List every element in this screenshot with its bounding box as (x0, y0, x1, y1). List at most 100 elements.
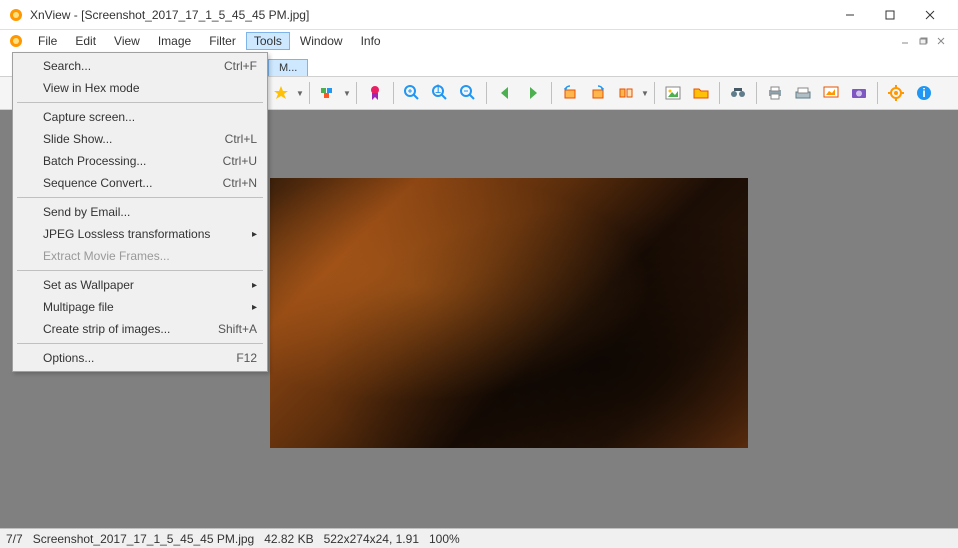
menu-separator (17, 270, 263, 271)
close-button[interactable] (910, 1, 950, 29)
status-zoom: 100% (429, 532, 460, 546)
menu-window[interactable]: Window (292, 32, 351, 50)
zoom-in-icon (403, 84, 421, 102)
menu-item-label: Capture screen... (43, 110, 257, 124)
toolbar-separator (877, 82, 878, 104)
toolbar-separator (309, 82, 310, 104)
mdi-close-button[interactable] (934, 34, 950, 48)
zoom-fit-button[interactable]: 1 (427, 80, 453, 106)
submenu-arrow-icon: ▸ (252, 302, 257, 313)
menu-search[interactable]: Search...Ctrl+F (15, 55, 265, 77)
palette-button[interactable] (315, 80, 341, 106)
menu-item-shortcut: Ctrl+L (225, 132, 257, 146)
print-button[interactable] (762, 80, 788, 106)
toolbar-separator (486, 82, 487, 104)
menu-send-email[interactable]: Send by Email... (15, 201, 265, 223)
zoom-in-button[interactable] (399, 80, 425, 106)
camera-icon (850, 84, 868, 102)
toolbar-separator (654, 82, 655, 104)
favorite-button[interactable] (268, 80, 294, 106)
menu-item-label: Send by Email... (43, 205, 257, 219)
toolbar-separator (393, 82, 394, 104)
status-dimensions: 522x274x24, 1.91 (324, 532, 419, 546)
menu-item-label: View in Hex mode (43, 81, 257, 95)
binoculars-icon (729, 84, 747, 102)
menu-item-label: Options... (43, 351, 216, 365)
settings-button[interactable] (883, 80, 909, 106)
menu-tools[interactable]: Tools (246, 32, 290, 50)
submenu-arrow-icon: ▸ (252, 280, 257, 291)
toolbar-separator (356, 82, 357, 104)
info-icon: i (915, 84, 933, 102)
mdi-controls (898, 34, 950, 48)
menu-multipage-file[interactable]: Multipage file▸ (15, 296, 265, 318)
toolbar-separator (756, 82, 757, 104)
menu-edit[interactable]: Edit (67, 32, 104, 50)
info-button[interactable]: i (911, 80, 937, 106)
menu-batch-processing[interactable]: Batch Processing...Ctrl+U (15, 150, 265, 172)
mdi-minimize-button[interactable] (898, 34, 914, 48)
rotate-right-icon (589, 84, 607, 102)
ribbon-icon (366, 84, 384, 102)
menu-capture-screen[interactable]: Capture screen... (15, 106, 265, 128)
tools-dropdown: Search...Ctrl+F View in Hex mode Capture… (12, 52, 268, 372)
dropdown-arrow-icon[interactable]: ▼ (343, 89, 351, 98)
menu-separator (17, 197, 263, 198)
arrow-right-icon (524, 84, 542, 102)
dropdown-arrow-icon[interactable]: ▼ (641, 89, 649, 98)
flip-button[interactable] (613, 80, 639, 106)
menu-file[interactable]: File (30, 32, 65, 50)
menu-set-wallpaper[interactable]: Set as Wallpaper▸ (15, 274, 265, 296)
tag-button[interactable] (362, 80, 388, 106)
scanner-button[interactable] (790, 80, 816, 106)
maximize-button[interactable] (870, 1, 910, 29)
menu-separator (17, 102, 263, 103)
gear-icon (887, 84, 905, 102)
app-icon (8, 7, 24, 23)
svg-text:1: 1 (435, 84, 442, 96)
menu-item-label: Create strip of images... (43, 322, 198, 336)
menu-info[interactable]: Info (353, 32, 389, 50)
scanner-icon (794, 84, 812, 102)
document-tab[interactable]: M... (268, 59, 308, 76)
window-controls (830, 1, 950, 29)
slideshow-button[interactable] (818, 80, 844, 106)
submenu-arrow-icon: ▸ (252, 229, 257, 240)
zoom-out-button[interactable] (455, 80, 481, 106)
menu-sequence-convert[interactable]: Sequence Convert...Ctrl+N (15, 172, 265, 194)
menu-filter[interactable]: Filter (201, 32, 244, 50)
menu-hex-mode[interactable]: View in Hex mode (15, 77, 265, 99)
toolbar-separator (719, 82, 720, 104)
menu-item-label: Batch Processing... (43, 154, 203, 168)
statusbar: 7/7 Screenshot_2017_17_1_5_45_45 PM.jpg … (0, 528, 958, 548)
menu-jpeg-lossless[interactable]: JPEG Lossless transformations▸ (15, 223, 265, 245)
menu-create-strip[interactable]: Create strip of images...Shift+A (15, 318, 265, 340)
print-icon (766, 84, 784, 102)
palette-icon (319, 84, 337, 102)
menu-view[interactable]: View (106, 32, 148, 50)
zoom-out-icon (459, 84, 477, 102)
menu-image[interactable]: Image (150, 32, 199, 50)
rotate-right-button[interactable] (585, 80, 611, 106)
menu-item-shortcut: F12 (236, 351, 257, 365)
mdi-restore-button[interactable] (916, 34, 932, 48)
menu-item-label: Search... (43, 59, 204, 73)
prev-button[interactable] (492, 80, 518, 106)
acquire-button[interactable] (846, 80, 872, 106)
dropdown-arrow-icon[interactable]: ▼ (296, 89, 304, 98)
picture-button[interactable] (660, 80, 686, 106)
rotate-left-button[interactable] (557, 80, 583, 106)
slideshow-icon (822, 84, 840, 102)
picture-icon (664, 84, 682, 102)
browse-button[interactable] (688, 80, 714, 106)
menu-options[interactable]: Options... F12 (15, 347, 265, 369)
minimize-button[interactable] (830, 1, 870, 29)
next-button[interactable] (520, 80, 546, 106)
titlebar: XnView - [Screenshot_2017_17_1_5_45_45 P… (0, 0, 958, 30)
displayed-image (270, 178, 748, 448)
menu-separator (17, 343, 263, 344)
menu-item-label: Slide Show... (43, 132, 205, 146)
arrow-left-icon (496, 84, 514, 102)
menu-slide-show[interactable]: Slide Show... Ctrl+L (15, 128, 265, 150)
search-button[interactable] (725, 80, 751, 106)
